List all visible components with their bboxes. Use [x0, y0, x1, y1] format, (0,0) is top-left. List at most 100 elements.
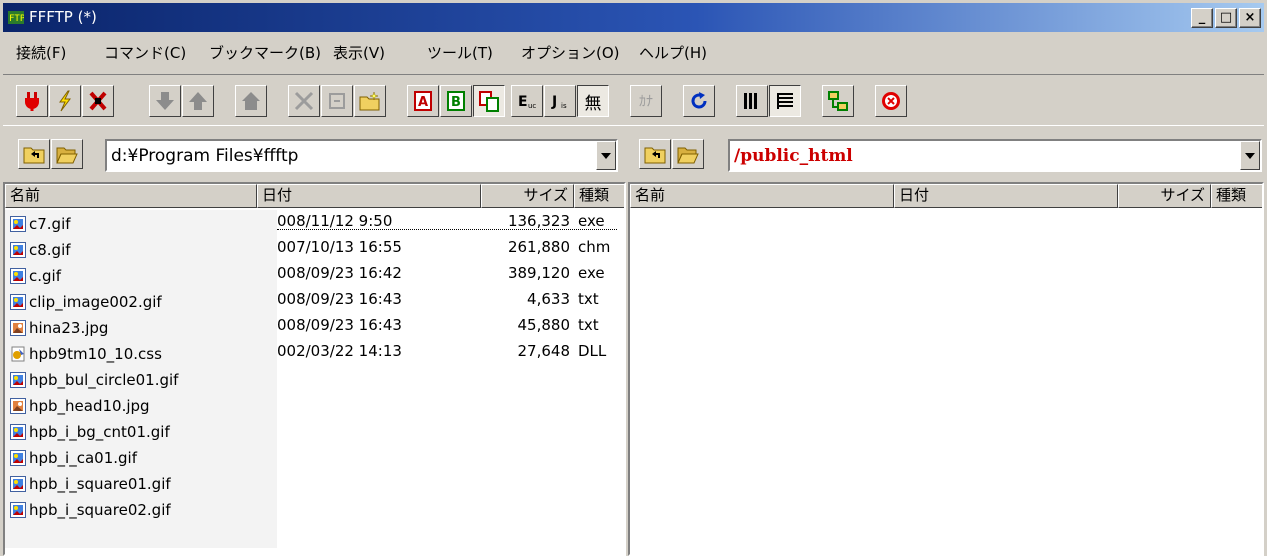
- table-row[interactable]: hina23.jpg 008/09/23 16:43 45,880 txt: [5, 315, 599, 341]
- table-row[interactable]: c.gif 008/09/23 16:42 389,120 exe: [5, 263, 605, 289]
- css-file-icon: [10, 346, 26, 362]
- table-row[interactable]: clip_image002.gif 008/09/23 16:43 4,633 txt: [5, 289, 599, 315]
- tree-view-button[interactable]: [822, 85, 854, 117]
- file-type: txt: [578, 316, 599, 334]
- auto-mode-icon: [479, 91, 499, 112]
- remote-open-dir-button[interactable]: [672, 139, 704, 169]
- disconnect-icon: [89, 91, 107, 111]
- table-row[interactable]: hpb_bul_circle01.gif: [5, 367, 277, 393]
- table-row[interactable]: hpb_i_ca01.gif: [5, 445, 277, 471]
- folder-open-icon: [56, 147, 78, 164]
- title-bar[interactable]: FTP FFFTP (*) _ □ ×: [3, 3, 1264, 32]
- mirror-upload-button[interactable]: [235, 85, 267, 117]
- local-path-text: d:¥Program Files¥ffftp: [111, 146, 299, 166]
- kanji-euc-icon: Euc: [518, 94, 536, 110]
- table-row[interactable]: hpb9tm10_10.css 002/03/22 14:13 27,648 DLL: [5, 341, 606, 367]
- file-name: hpb_bul_circle01.gif: [29, 371, 179, 389]
- table-row[interactable]: hpb_i_square02.gif: [5, 497, 277, 523]
- menu-view[interactable]: 表示(V): [333, 42, 385, 63]
- binary-mode-icon: B: [447, 91, 465, 111]
- file-size: 261,880: [507, 238, 570, 256]
- ffftp-window: FTP FFFTP (*) _ □ × 接続(F) コマンド(C) ブックマーク…: [0, 0, 1267, 556]
- gif-file-icon: [10, 502, 26, 518]
- menu-tools[interactable]: ツール(T): [427, 42, 493, 63]
- folder-up-icon: [644, 147, 666, 164]
- svg-text:is: is: [561, 102, 567, 110]
- menu-bookmark[interactable]: ブックマーク(B): [209, 42, 321, 63]
- file-date: 008/09/23 16:43: [277, 290, 402, 308]
- local-header-size[interactable]: サイズ: [481, 184, 574, 208]
- file-date: 008/09/23 16:42: [277, 264, 402, 282]
- quick-connect-button[interactable]: [49, 85, 81, 117]
- local-header-date[interactable]: 日付: [257, 184, 481, 208]
- kanji-jis-button[interactable]: Jis: [544, 85, 576, 117]
- rename-button[interactable]: [321, 85, 353, 117]
- local-header-name[interactable]: 名前: [5, 184, 257, 208]
- local-path-dropdown-button[interactable]: [596, 141, 616, 170]
- file-name: c8.gif: [29, 241, 71, 259]
- kanji-euc-button[interactable]: Euc: [511, 85, 543, 117]
- file-name: c.gif: [29, 267, 61, 285]
- ascii-mode-button[interactable]: A: [407, 85, 439, 117]
- remote-header-size[interactable]: サイズ: [1118, 184, 1211, 208]
- file-size: 389,120: [507, 264, 570, 282]
- chevron-down-icon: [1245, 152, 1255, 159]
- kanji-jis-icon: Jis: [551, 94, 567, 110]
- binary-mode-button[interactable]: B: [440, 85, 472, 117]
- table-row[interactable]: hpb_i_square01.gif: [5, 471, 277, 497]
- local-open-dir-button[interactable]: [51, 139, 83, 169]
- table-row[interactable]: c7.gif 008/11/12 9:50 136,323 exe: [5, 211, 605, 237]
- auto-mode-button[interactable]: [473, 85, 505, 117]
- table-row[interactable]: hpb_i_bg_cnt01.gif: [5, 419, 277, 445]
- minimize-button[interactable]: _: [1191, 8, 1213, 28]
- remote-header-date[interactable]: 日付: [894, 184, 1118, 208]
- kana-label: ｶﾅ: [639, 94, 653, 110]
- file-type: exe: [578, 264, 605, 282]
- upload-button[interactable]: [182, 85, 214, 117]
- ascii-mode-icon: A: [414, 91, 432, 111]
- local-header-type[interactable]: 種類: [574, 184, 624, 208]
- menu-command[interactable]: コマンド(C): [104, 42, 186, 63]
- detail-view-button[interactable]: [769, 85, 801, 117]
- local-parent-dir-button[interactable]: [18, 139, 50, 169]
- kanji-none-button[interactable]: 無: [577, 85, 609, 117]
- remote-path-combobox[interactable]: /public_html: [728, 139, 1262, 172]
- file-date: 008/11/12 9:50: [277, 212, 393, 230]
- download-button[interactable]: [149, 85, 181, 117]
- menu-options[interactable]: オプション(O): [521, 42, 620, 63]
- connect-icon: [25, 92, 39, 111]
- local-file-list[interactable]: 名前 日付 サイズ 種類 c7.gif 008/11/12 9:50 136,323…: [3, 182, 626, 556]
- remote-parent-dir-button[interactable]: [639, 139, 671, 169]
- gif-file-icon: [10, 268, 26, 284]
- disconnect-button[interactable]: [82, 85, 114, 117]
- make-directory-button[interactable]: [354, 85, 386, 117]
- file-type: chm: [578, 238, 611, 256]
- menu-connect[interactable]: 接続(F): [16, 42, 66, 63]
- jpg-file-icon: [10, 398, 26, 414]
- delete-icon: [294, 91, 314, 111]
- table-row[interactable]: c8.gif 007/10/13 16:55 261,880 chm: [5, 237, 610, 263]
- maximize-button[interactable]: □: [1215, 8, 1237, 28]
- remote-header-name[interactable]: 名前: [630, 184, 894, 208]
- local-path-combobox[interactable]: d:¥Program Files¥ffftp: [105, 139, 618, 172]
- svg-text:B: B: [451, 95, 461, 110]
- remote-path-dropdown-button[interactable]: [1240, 141, 1260, 170]
- connect-button[interactable]: [16, 85, 48, 117]
- list-view-button[interactable]: [736, 85, 768, 117]
- file-name: hpb_i_square02.gif: [29, 501, 171, 519]
- remote-file-list[interactable]: 名前 日付 サイズ 種類: [628, 182, 1264, 556]
- menu-help[interactable]: ヘルプ(H): [639, 42, 707, 63]
- close-button[interactable]: ×: [1239, 8, 1261, 28]
- file-date: 007/10/13 16:55: [277, 238, 402, 256]
- kana-button[interactable]: ｶﾅ: [630, 85, 662, 117]
- remote-header-type[interactable]: 種類: [1211, 184, 1262, 208]
- stop-button[interactable]: [875, 85, 907, 117]
- svg-text:E: E: [518, 94, 528, 110]
- file-name: hpb_head10.jpg: [29, 397, 150, 415]
- file-date: 002/03/22 14:13: [277, 342, 402, 360]
- window-title: FFFTP (*): [29, 8, 97, 26]
- table-row[interactable]: hpb_head10.jpg: [5, 393, 277, 419]
- gif-file-icon: [10, 294, 26, 310]
- delete-button[interactable]: [288, 85, 320, 117]
- refresh-button[interactable]: [683, 85, 715, 117]
